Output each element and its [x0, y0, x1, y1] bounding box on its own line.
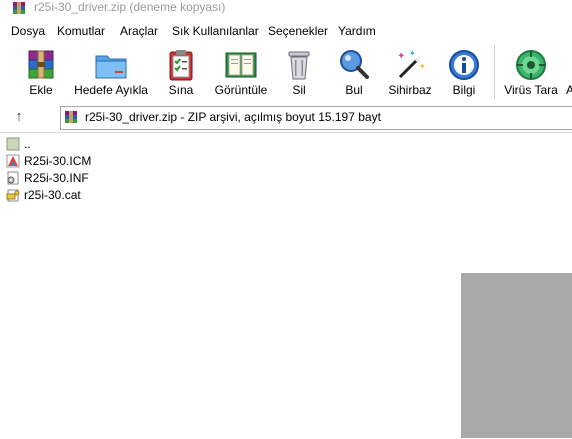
view-book-icon — [225, 52, 257, 78]
gray-overlay-panel — [461, 273, 572, 438]
extract-to-button[interactable]: Hedefe Ayıkla — [72, 41, 150, 101]
magnifier-icon — [340, 50, 369, 79]
view-button[interactable]: Görüntüle — [212, 41, 270, 101]
winrar-app-icon — [13, 2, 25, 14]
test-button[interactable]: Sına — [156, 41, 206, 101]
menu-dosya[interactable]: Dosya — [11, 24, 45, 38]
window-title: r25i-30_driver.zip (deneme kopyası) — [34, 0, 226, 14]
virus-scan-button[interactable]: Virüs Tara — [502, 41, 560, 101]
toolbar: Ekle Hedefe Ayıkla Sına Görüntüle Sil Bu… — [0, 41, 572, 102]
file-name: R25i-30.ICM — [24, 154, 92, 168]
file-name: r25i-30.cat — [24, 188, 81, 202]
comment-button[interactable]: A — [562, 41, 572, 101]
archive-icon — [65, 111, 77, 123]
menu-komutlar[interactable]: Komutlar — [57, 24, 105, 38]
virus-scan-label: Virüs Tara — [504, 83, 558, 97]
wizard-button[interactable]: ✦ ✦ ✦ Sihirbaz — [384, 41, 436, 101]
menu-sik-kullanilanlar[interactable]: Sık Kullanılanlar — [172, 24, 259, 38]
find-label: Bul — [345, 83, 363, 97]
file-name: R25i-30.INF — [24, 171, 89, 185]
view-label: Görüntüle — [214, 83, 268, 97]
add-label: Ekle — [29, 83, 53, 97]
info-label: Bilgi — [452, 83, 476, 97]
extract-to-label: Hedefe Ayıkla — [74, 83, 148, 97]
menu-araclar[interactable]: Araçlar — [120, 24, 158, 38]
svg-text:✦: ✦ — [409, 49, 416, 58]
wizard-label: Sihirbaz — [388, 83, 432, 97]
menu-bar: Dosya Komutlar Araçlar Sık Kullanılanlar… — [0, 22, 572, 40]
comment-label: A — [566, 83, 572, 97]
info-icon — [449, 50, 479, 80]
address-bar: ↑ r25i-30_driver.zip - ZIP arşivi, açılm… — [0, 104, 572, 131]
trash-icon — [288, 51, 310, 80]
find-button[interactable]: Bul — [332, 41, 376, 101]
up-arrow-icon[interactable]: ↑ — [8, 106, 30, 128]
title-bar: r25i-30_driver.zip (deneme kopyası) — [0, 0, 572, 19]
catalog-icon — [6, 189, 20, 202]
add-archive-icon — [28, 50, 54, 79]
color-profile-icon — [6, 154, 20, 168]
path-text: r25i-30_driver.zip - ZIP arşivi, açılmış… — [85, 110, 381, 124]
test-clipboard-icon — [169, 50, 193, 81]
toolbar-separator — [494, 45, 495, 99]
setup-info-icon — [7, 171, 19, 185]
add-button[interactable]: Ekle — [10, 41, 72, 101]
parent-folder-icon — [6, 137, 20, 151]
path-field[interactable]: r25i-30_driver.zip - ZIP arşivi, açılmış… — [60, 106, 572, 130]
file-name: .. — [24, 137, 31, 151]
svg-text:✦: ✦ — [419, 62, 426, 71]
test-label: Sına — [168, 83, 194, 97]
wizard-wand-icon: ✦ ✦ ✦ — [397, 49, 426, 79]
menu-secenekler[interactable]: Seçenekler — [268, 24, 328, 38]
extract-folder-icon — [95, 55, 127, 79]
delete-button[interactable]: Sil — [278, 41, 320, 101]
delete-label: Sil — [292, 83, 306, 97]
menu-yardim[interactable]: Yardım — [338, 24, 376, 38]
virus-scan-icon — [516, 50, 546, 80]
info-button[interactable]: Bilgi — [444, 41, 484, 101]
svg-text:✦: ✦ — [397, 51, 405, 62]
